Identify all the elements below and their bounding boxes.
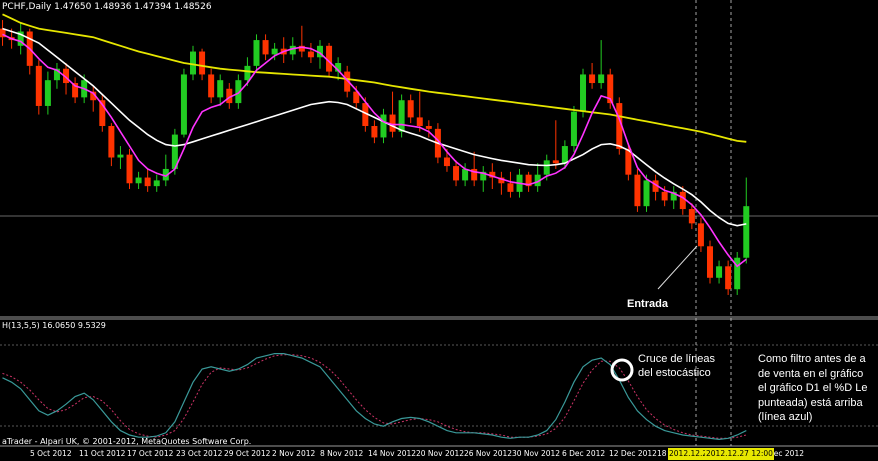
entrada-pointer-line [657, 245, 698, 290]
candle-body [153, 180, 160, 187]
entrada-label: Entrada [627, 298, 668, 310]
candle-body [697, 223, 704, 247]
candle-body [44, 80, 51, 106]
candle-body [117, 154, 124, 158]
stochastic [2, 353, 747, 441]
x-tick-label: 26 Nov 2012 [464, 449, 513, 458]
chart-canvas[interactable] [0, 0, 878, 461]
candle-body [580, 74, 587, 112]
x-tick-label: 29 Oct 2012 [224, 449, 271, 458]
filtro-annotation: Como filtro antes de a de venta en el gr… [758, 352, 878, 425]
x-tick-label: 8 Nov 2012 [320, 449, 364, 458]
cruce-annotation: Cruce de líneas del estocástico [638, 352, 715, 380]
candle-body [307, 51, 314, 58]
candle-body [425, 126, 432, 129]
candle-body [135, 177, 142, 184]
candle-body [570, 111, 577, 147]
candle-body [453, 166, 460, 181]
candle-body [262, 40, 269, 55]
filtro-line-2: de venta en el gráfico [758, 367, 864, 380]
x-tick-label: 20 Nov 2012 [416, 449, 465, 458]
candle-body [380, 114, 387, 138]
filtro-line-1: Como filtro antes de a [758, 353, 866, 365]
x-tick-label: 6 Dec 2012 [562, 449, 606, 458]
chart-header: PCHF,Daily 1.47650 1.48936 1.47394 1.485… [2, 2, 212, 12]
candle-body [634, 174, 641, 207]
candle-body [244, 65, 251, 81]
candle-body [589, 74, 596, 84]
candle-body [108, 126, 115, 158]
candle-body [371, 126, 378, 138]
candle-body [598, 74, 605, 84]
crosshair-date-label: 2012.12.27 12:00 [705, 448, 774, 460]
candle-body [190, 51, 197, 75]
candle-body [144, 177, 151, 187]
candle-body [407, 100, 414, 118]
candle-body [126, 154, 133, 184]
candle-body [716, 266, 723, 278]
candle-body [217, 80, 224, 98]
candle-body [416, 117, 423, 126]
candle-body [253, 40, 260, 66]
candle-body [743, 206, 750, 258]
filtro-line-3: el gráfico D1 el %D Le [758, 382, 868, 394]
candle-body [561, 146, 568, 164]
x-tick-label: 5 Oct 2012 [30, 449, 72, 458]
x-tick-label: 23 Oct 2012 [176, 449, 223, 458]
stoch-main-line [2, 353, 747, 441]
x-tick-label: 2 Nov 2012 [272, 449, 316, 458]
copyright-text: aTrader - Alpari UK, © 2001-2012, MetaQu… [2, 437, 252, 446]
candle-body [688, 209, 695, 224]
stoch-signal-line [2, 354, 747, 439]
indicator-header: H(13,5,5) 16.0650 9.5329 [2, 321, 106, 330]
filtro-line-4: punteada) está arriba [758, 396, 863, 409]
x-tick-label: 14 Nov 2012 [368, 449, 417, 458]
cruce-circle [610, 358, 634, 382]
x-tick-label: 30 Nov 2012 [512, 449, 561, 458]
candle-body [643, 180, 650, 207]
candle-body [180, 74, 187, 135]
candle-body [552, 160, 559, 164]
candle-body [35, 65, 42, 106]
candle-body [199, 51, 206, 75]
candle-body [661, 191, 668, 201]
candle-body [208, 74, 215, 98]
candle-body [507, 183, 514, 192]
x-tick-label: 11 Oct 2012 [79, 449, 126, 458]
candle-body [679, 191, 686, 210]
x-tick-label: 12 Dec 2012 [609, 449, 657, 458]
candle-body [725, 266, 732, 290]
x-tick-label: 18 [657, 449, 667, 458]
cruce-line-2: del estocástico [638, 367, 711, 379]
candle-body [398, 100, 405, 132]
filtro-line-5: (línea azul) [758, 411, 813, 423]
candle-body [271, 48, 278, 55]
candle-body [443, 157, 450, 167]
candle-body [543, 160, 550, 175]
x-tick-label: 17 Oct 2012 [127, 449, 174, 458]
candle-body [462, 168, 469, 181]
candle-body [706, 246, 713, 278]
cruce-line-1: Cruce de líneas [638, 353, 716, 365]
